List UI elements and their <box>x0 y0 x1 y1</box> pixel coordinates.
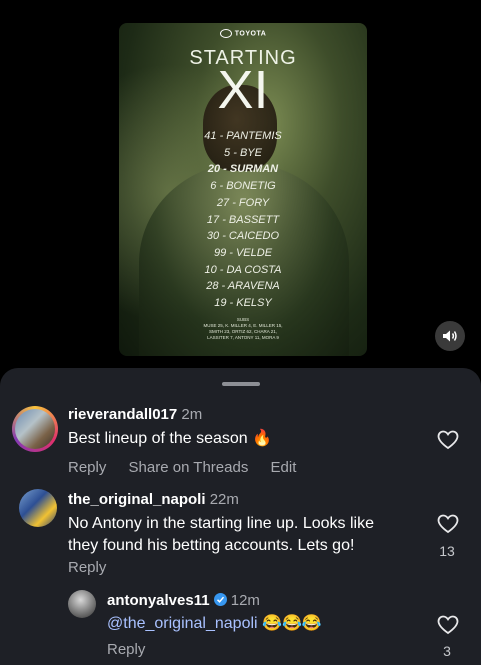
lineup-item: 10 - DA COSTA <box>204 263 282 276</box>
poster-title-xi: XI <box>217 60 269 120</box>
like-count: 13 <box>439 543 455 559</box>
lineup-list: 41 - PANTEMIS 5 - BYE 20 - SURMAN 6 - BO… <box>119 128 367 312</box>
starting-xi-poster[interactable]: TOYOTA STARTING XI 41 - PANTEMIS 5 - BYE… <box>119 23 367 356</box>
lineup-item: 5 - BYE <box>224 146 262 159</box>
reply-button[interactable]: Reply <box>68 559 106 576</box>
lineup-item: 30 - CAICEDO <box>206 230 280 243</box>
post-media-area: TOYOTA STARTING XI 41 - PANTEMIS 5 - BYE… <box>0 0 481 370</box>
comment-username[interactable]: antonyalves11 12m <box>107 592 260 609</box>
lineup-item: 6 - BONETIG <box>210 180 276 193</box>
drag-handle[interactable] <box>222 382 260 386</box>
heart-icon[interactable] <box>437 615 459 635</box>
lineup-item: 20 - SURMAN <box>207 163 279 176</box>
lineup-item: 99 - VELDE <box>213 246 273 259</box>
avatar[interactable] <box>12 406 58 452</box>
heart-icon[interactable] <box>437 430 459 450</box>
mention-link[interactable]: @the_original_napoli <box>107 615 258 632</box>
comment-time: 2m <box>181 406 203 423</box>
comment-username[interactable]: rieverandall017 2m <box>68 406 202 423</box>
comment-time: 12m <box>230 592 260 609</box>
subs-line: LASSITER 7, ANTONY 11, MORA 9 <box>207 335 279 340</box>
speaker-icon <box>443 330 457 342</box>
comment-text: @the_original_napoli 😂😂😂 <box>107 613 322 635</box>
comment-actions: Reply <box>68 559 124 576</box>
share-on-threads-button[interactable]: Share on Threads <box>129 459 249 476</box>
lineup-item: 19 - KELSY <box>214 297 272 310</box>
avatar[interactable] <box>19 489 57 527</box>
lineup-item: 27 - FORY <box>216 196 270 209</box>
avatar[interactable] <box>68 590 96 618</box>
sound-toggle-button[interactable] <box>435 321 465 351</box>
subs-list: SUBS MUSE 25, K. MILLER 4, E. MILLER 15,… <box>119 317 367 341</box>
comments-sheet: rieverandall017 2m Best lineup of the se… <box>0 368 481 665</box>
comment-time: 22m <box>209 491 239 508</box>
brand-logo: TOYOTA <box>119 29 367 38</box>
reply-button[interactable]: Reply <box>107 641 145 658</box>
verified-badge-icon <box>213 593 227 606</box>
comment-username[interactable]: the_original_napoli 22m <box>68 491 239 508</box>
comment-text: Best lineup of the season 🔥 <box>68 430 273 447</box>
lineup-item: 28 - ARAVENA <box>206 280 280 293</box>
reply-button[interactable]: Reply <box>68 459 106 476</box>
edit-button[interactable]: Edit <box>271 459 297 476</box>
comment-text: No Antony in the starting line up. Looks… <box>68 515 374 554</box>
toyota-logo-icon <box>219 29 232 38</box>
heart-icon[interactable] <box>437 514 459 534</box>
comment-actions: Reply Share on Threads Edit <box>68 459 314 476</box>
like-count: 3 <box>443 643 451 659</box>
emoji-text: 😂😂😂 <box>262 615 322 632</box>
lineup-item: 17 - BASSETT <box>206 213 280 226</box>
comment-actions: Reply <box>107 641 163 658</box>
lineup-item: 41 - PANTEMIS <box>204 130 282 142</box>
